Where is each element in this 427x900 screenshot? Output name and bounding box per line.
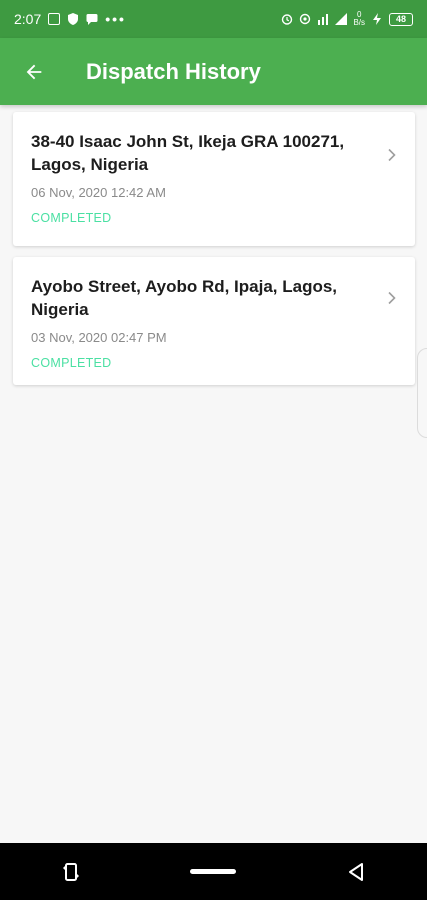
status-badge: COMPLETED	[31, 211, 112, 225]
message-icon	[86, 14, 98, 25]
status-badge: COMPLETED	[31, 356, 112, 370]
home-pill-icon	[190, 869, 237, 874]
location-icon	[300, 13, 311, 25]
arrow-back-icon	[26, 64, 42, 79]
chevron-right-icon	[388, 148, 396, 162]
dispatch-date: 03 Nov, 2020 02:47 PM	[31, 330, 167, 345]
gallery-icon	[48, 13, 61, 25]
net-speed: 0 B/s	[353, 10, 365, 27]
alarm-icon	[282, 14, 293, 25]
home-button[interactable]	[188, 852, 238, 892]
chevron-right-icon	[388, 291, 396, 305]
dispatch-card[interactable]: Ayobo Street, Ayobo Rd, Ipaja, Lagos, Ni…	[13, 257, 415, 385]
dispatch-address: 38-40 Isaac John St, Ikeja GRA 100271, L…	[31, 132, 345, 174]
page-title: Dispatch History	[86, 58, 261, 84]
rotate-button[interactable]	[46, 852, 96, 892]
wifi-signal-icon	[318, 14, 329, 25]
app-bar: Dispatch History	[0, 38, 427, 105]
dispatch-address: Ayobo Street, Ayobo Rd, Ipaja, Lagos, Ni…	[31, 277, 338, 319]
battery-icon: 48	[389, 12, 413, 26]
charging-bolt-icon	[373, 13, 381, 25]
more-notifications-icon: •••	[105, 11, 126, 27]
status-time: 2:07	[14, 11, 42, 27]
status-bar: 2:07 ••• 0 B/s 48	[0, 0, 427, 38]
dispatch-date: 06 Nov, 2020 12:42 AM	[31, 185, 166, 200]
back-button[interactable]	[6, 44, 62, 100]
edge-panel-handle[interactable]	[417, 348, 427, 438]
shield-icon	[68, 13, 79, 25]
nav-back-button[interactable]	[331, 852, 381, 892]
dispatch-card[interactable]: 38-40 Isaac John St, Ikeja GRA 100271, L…	[13, 112, 415, 246]
system-nav-bar	[0, 843, 427, 900]
back-triangle-icon	[348, 862, 363, 881]
rotate-icon	[63, 862, 80, 881]
cell-signal-icon	[335, 13, 348, 25]
